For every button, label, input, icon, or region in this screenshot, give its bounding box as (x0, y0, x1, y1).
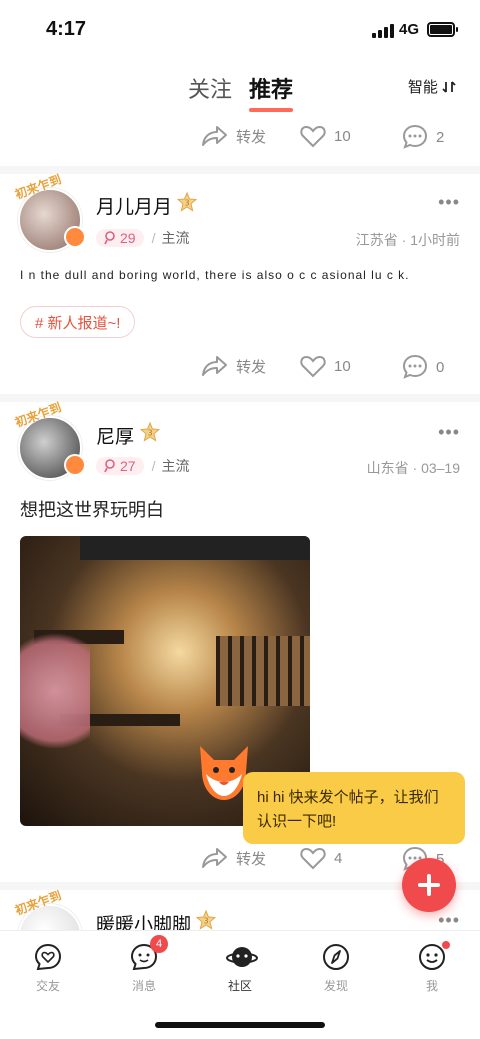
author-name[interactable]: 暖暖小脚脚 (96, 910, 191, 930)
share-button[interactable]: 转发 (200, 846, 266, 870)
tab-friends[interactable]: 交友 (18, 943, 78, 994)
divider (0, 394, 480, 402)
status-time: 4:17 (46, 18, 87, 40)
status-bar: 4:17 4G (0, 0, 480, 60)
like-count: 10 (334, 357, 351, 375)
notification-dot (442, 941, 450, 949)
like-count: 10 (334, 127, 351, 145)
level-star-icon: 3 (177, 192, 197, 212)
comment-button[interactable]: 0 (402, 354, 444, 380)
comment-button[interactable]: 2 (402, 124, 444, 150)
tab-label: 交友 (35, 979, 60, 993)
home-indicator (155, 1022, 325, 1028)
tab-recommend-label: 推荐 (249, 77, 294, 102)
like-button[interactable]: 10 (300, 354, 351, 378)
level-number: 3 (203, 917, 208, 926)
location-time: 江苏省 · 1小时前 (355, 232, 460, 248)
signal-icon (372, 24, 394, 38)
like-button[interactable]: 10 (300, 124, 351, 148)
post-meta: 27 / 主流 (96, 456, 189, 476)
share-button[interactable]: 转发 (200, 354, 266, 378)
image-detail (20, 616, 90, 766)
avatar[interactable]: 初来乍到 (13, 890, 82, 930)
tab-discover[interactable]: 发现 (306, 943, 366, 994)
post-actions-prev: 转发 10 2 (0, 116, 480, 156)
onboarding-speech-bubble[interactable]: hi hi 快来发个帖子，让我们认识一下吧! (243, 772, 465, 844)
comment-count: 2 (436, 128, 445, 146)
planet-icon (226, 947, 258, 967)
like-button[interactable]: 4 (300, 846, 342, 870)
tab-community[interactable]: 社区 (210, 943, 270, 994)
category-label[interactable]: 主流 (161, 456, 189, 476)
pin-icon (104, 231, 115, 245)
tab-messages[interactable]: 4 消息 (114, 935, 174, 994)
level-star-icon: 3 (196, 910, 216, 930)
share-icon (202, 126, 227, 146)
tab-label: 发现 (323, 979, 348, 993)
comment-icon (402, 354, 428, 379)
tab-label: 消息 (131, 979, 156, 993)
avatar[interactable]: 初来乍到 (13, 172, 86, 252)
separator: / (151, 458, 156, 474)
more-options-icon[interactable]: ••• (438, 422, 460, 443)
heart-icon (300, 847, 326, 870)
share-label: 转发 (236, 850, 267, 868)
sort-button[interactable]: 智能 (408, 76, 456, 97)
more-options-icon[interactable]: ••• (438, 192, 460, 213)
share-label: 转发 (236, 358, 267, 376)
heart-icon (300, 125, 326, 148)
post-meta: 29 / 主流 (96, 228, 189, 248)
tab-me[interactable]: 我 (402, 941, 462, 994)
top-tabs: 关注 推荐 智能 (0, 60, 480, 112)
tab-label: 我 (425, 979, 438, 993)
share-icon (202, 356, 227, 376)
image-roof-detail (80, 536, 310, 560)
comment-icon (402, 124, 428, 149)
image-detail (216, 636, 310, 706)
sort-arrows-icon (442, 81, 456, 93)
share-label: 转发 (236, 128, 267, 146)
heart-icon (300, 355, 326, 378)
divider (0, 166, 480, 174)
fox-badge-icon (64, 454, 86, 476)
create-post-button[interactable] (402, 858, 456, 912)
popularity-count: 27 (120, 458, 136, 474)
more-options-icon[interactable]: ••• (438, 910, 460, 930)
popularity-badge: 29 (96, 229, 144, 247)
unread-count-badge: 4 (150, 935, 168, 953)
heart-chat-icon (34, 943, 62, 971)
avatar[interactable]: 初来乍到 (13, 400, 86, 480)
active-tab-indicator (249, 108, 294, 112)
pin-icon (104, 459, 115, 473)
popularity-count: 29 (120, 230, 136, 246)
tab-recommend[interactable]: 推荐 (249, 72, 294, 112)
level-number: 3 (147, 429, 152, 438)
popularity-badge: 27 (96, 457, 144, 475)
post-text: I n the dull and boring world, there is … (20, 268, 410, 282)
comment-count: 0 (436, 358, 445, 376)
share-button[interactable]: 转发 (200, 124, 266, 148)
sort-label: 智能 (407, 79, 438, 96)
location-time: 山东省 · 03–19 (366, 460, 460, 476)
author-name[interactable]: 尼厚 (96, 422, 134, 449)
post-card[interactable]: 初来乍到 月儿月月 3 ••• 29 / 主流 江苏省 · 1小时前 I n t… (0, 172, 480, 398)
topic-tag[interactable]: # 新人报道~! (20, 306, 136, 338)
fox-badge-icon (64, 226, 86, 248)
post-text: 想把这世界玩明白 (20, 500, 164, 520)
compass-icon (323, 944, 349, 970)
tab-label: 社区 (227, 979, 252, 993)
level-number: 3 (184, 199, 189, 208)
level-star-icon: 3 (140, 422, 160, 442)
separator: / (151, 230, 156, 246)
post-actions: 转发 10 0 (0, 346, 480, 386)
share-icon (202, 848, 227, 868)
tab-follow[interactable]: 关注 (188, 72, 232, 104)
network-type: 4G (399, 21, 420, 38)
author-name[interactable]: 月儿月月 (96, 192, 172, 219)
like-count: 4 (334, 849, 343, 867)
category-label[interactable]: 主流 (161, 228, 189, 248)
battery-icon (427, 22, 458, 37)
